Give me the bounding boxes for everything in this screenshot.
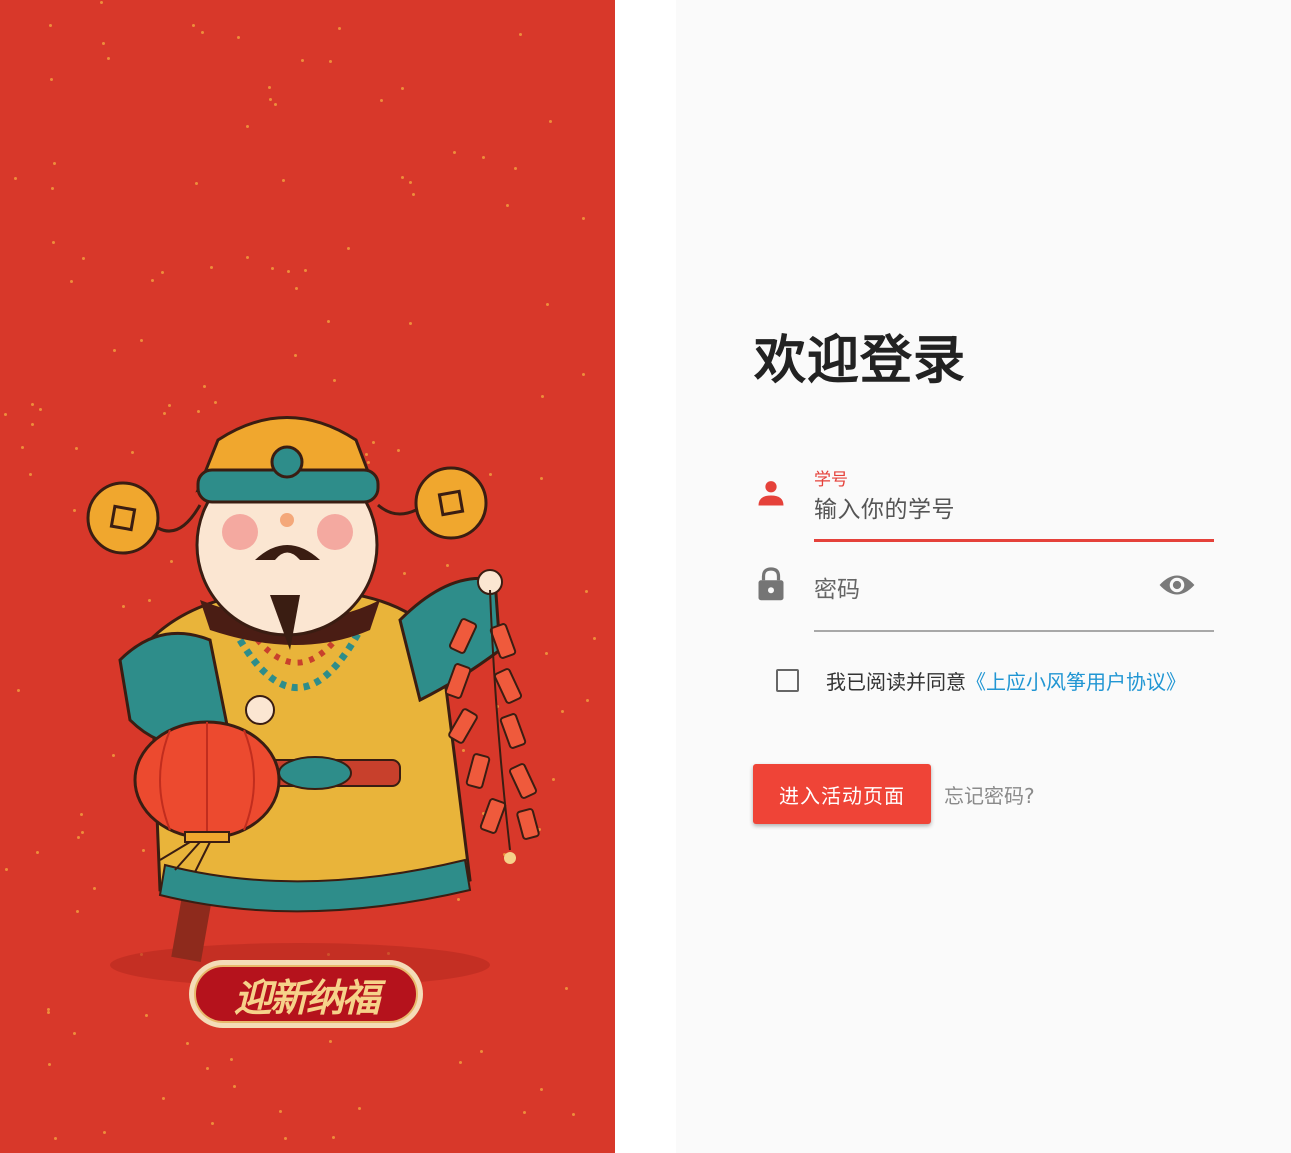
login-panel: 欢迎登录 学号 输入你的学号 密码 我已阅读并同意 《上应小风筝用户协议》 进入… (676, 0, 1291, 1153)
agreement-text: 我已阅读并同意 (826, 670, 966, 694)
lock-icon (758, 567, 784, 601)
password-input[interactable]: 密码 (814, 570, 860, 604)
badge-text: 迎新纳福 (194, 965, 418, 1023)
student-id-field[interactable]: 学号 输入你的学号 (814, 462, 1214, 542)
eye-icon[interactable] (1158, 570, 1196, 600)
password-field[interactable]: 密码 (814, 560, 1214, 632)
forgot-password-link[interactable]: 忘记密码? (944, 780, 1035, 809)
illustration-panel: 迎新纳福 (0, 0, 615, 1153)
student-id-label: 学号 (814, 470, 848, 490)
agreement-row: 我已阅读并同意 《上应小风筝用户协议》 (776, 666, 1186, 695)
page-title: 欢迎登录 (754, 331, 967, 391)
login-page: 迎新纳福 欢迎登录 学号 输入你的学号 密码 我已阅读并同意 《上应小风筝用户协… (0, 0, 1291, 1153)
enter-activity-button[interactable]: 进入活动页面 (753, 764, 931, 824)
student-id-underline (814, 539, 1214, 542)
agreement-checkbox[interactable] (776, 669, 799, 692)
student-id-input[interactable]: 输入你的学号 (814, 490, 955, 524)
festival-badge: 迎新纳福 (189, 960, 423, 1028)
person-icon (758, 481, 784, 506)
password-underline (814, 630, 1214, 632)
user-agreement-link[interactable]: 《上应小风筝用户协议》 (966, 666, 1186, 695)
